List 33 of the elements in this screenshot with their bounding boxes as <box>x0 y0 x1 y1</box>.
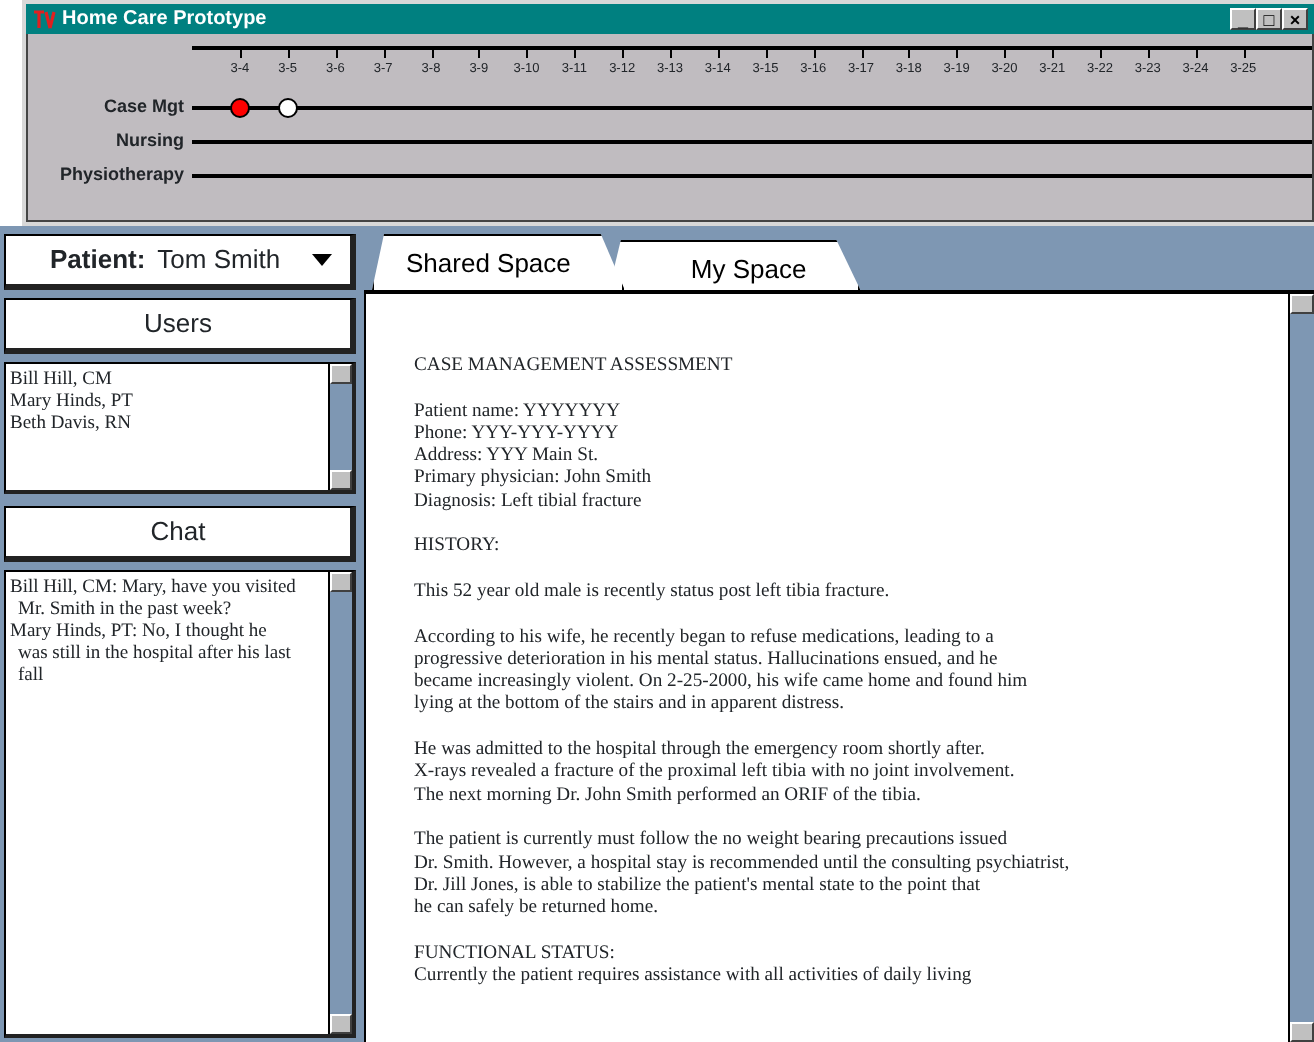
document-paragraph: The patient is currently must follow the no weight bearing precautions issued Dr. Smith. However, a hospital stay is recommended until the consulting psychiatrist, Dr. Jill Jones, is able to stabilize the patient's mental state to the point that he can safely be returned home. <box>414 828 1072 919</box>
users-header: Users <box>4 298 356 354</box>
user-item[interactable]: Bill Hill, CM <box>10 370 324 392</box>
scrollbar[interactable] <box>328 572 352 1034</box>
document-paragraph: HISTORY: <box>414 534 502 558</box>
patient-dropdown[interactable]: Patient: Tom Smith <box>4 234 356 290</box>
minimize-button[interactable]: _ <box>1230 8 1256 30</box>
chat-header: Chat <box>4 506 356 562</box>
document-paragraph: According to his wife, he recently began to refuse medications, leading to a progressive deterioration in his mental status. Hallucinations ensued, and he became increasingly violent. On 2-25-2000, his wife came home and found him lying at the bottom of the stairs and in apparent distress. <box>414 625 1030 716</box>
user-item[interactable]: Beth Davis, RN <box>10 414 324 436</box>
app-icon <box>32 9 56 29</box>
close-button[interactable]: × <box>1282 8 1308 30</box>
document-paragraph: CASE MANAGEMENT ASSESSMENT <box>414 354 735 377</box>
patient-name: Tom Smith <box>157 242 281 279</box>
scrollbar[interactable] <box>328 364 352 490</box>
track-label: Nursing <box>113 127 186 154</box>
event-marker[interactable] <box>277 97 298 117</box>
track-label: Physiotherapy <box>57 161 186 188</box>
track-label: Case Mgt <box>101 93 186 120</box>
user-item[interactable]: Mary Hinds, PT <box>10 392 324 414</box>
chat-message: Mary Hinds, PT: No, I thought he was still in the hospital after his last fall <box>10 622 293 688</box>
window-title: Home Care Prototype <box>62 6 269 34</box>
document-paragraph: This 52 year old male is recently status post left tibia fracture. <box>414 579 892 603</box>
document-paragraph: Patient name: YYYYYYY Phone: YYY-YYY-YYYY Address: YYY Main St. Primary physician: John Smith Diagnosis: Left tibial fracture <box>414 399 654 513</box>
scrollbar[interactable] <box>1288 294 1314 1042</box>
maximize-button[interactable]: □ <box>1256 8 1282 30</box>
tab[interactable]: Shared Space <box>372 234 625 290</box>
caret-icon <box>312 254 333 266</box>
document-paragraph: He was admitted to the hospital through the emergency room shortly after. X-rays revealed a fracture of the proximal left tibia with no joint involvement. The next morning Dr. John Smith performed an ORIF of the tibia. <box>414 738 1017 806</box>
document-paragraph: FUNCTIONAL STATUS: Currently the patient requires assistance with all activities of daily living <box>414 941 974 987</box>
chat-message: Bill Hill, CM: Mary, have you visited Mr. Smith in the past week? <box>10 578 298 622</box>
event-marker[interactable] <box>229 97 250 117</box>
patient-label: Patient: <box>50 242 146 279</box>
